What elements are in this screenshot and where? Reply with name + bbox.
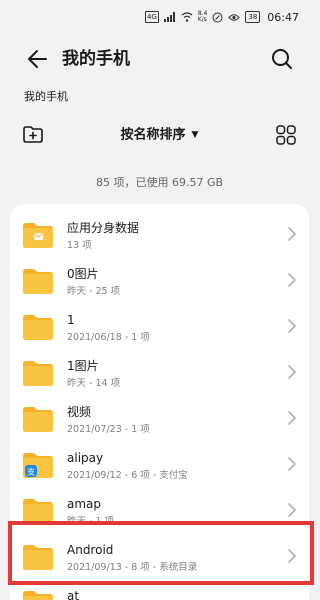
search-icon — [272, 49, 292, 69]
folder-icon — [23, 361, 53, 386]
list-item[interactable]: Android 2021/09/13 - 8 项 - 系统目录 — [10, 534, 309, 580]
item-name: Android — [67, 543, 114, 557]
folder-icon — [23, 407, 53, 432]
item-meta: 13 项 — [67, 240, 92, 251]
list-item[interactable]: 0图片 昨天 - 25 项 — [10, 258, 309, 304]
item-name: 应用分身数据 — [67, 221, 140, 235]
status-bar: 4G 8.4 K/s 38 06:47 — [0, 0, 319, 34]
arrow-left-icon — [28, 50, 47, 68]
signal-icon — [163, 11, 176, 23]
item-name: at — [67, 589, 80, 600]
clock: 06:47 — [267, 10, 299, 24]
app-bar: 我的手机 — [0, 34, 319, 84]
item-meta: 昨天 - 25 项 — [67, 286, 121, 297]
chevron-right-icon — [288, 503, 296, 517]
page-title: 我的手机 — [62, 49, 130, 69]
chevron-right-icon — [288, 319, 296, 333]
network-speed: 8.4 K/s — [198, 11, 208, 23]
list-item[interactable]: amap 昨天 - 1 项 — [10, 488, 309, 534]
item-meta: 昨天 - 1 项 — [67, 516, 115, 527]
list-item[interactable]: 1图片 昨天 - 14 项 — [10, 350, 309, 396]
item-meta: 昨天 - 14 项 — [67, 378, 121, 389]
folder-icon — [23, 315, 53, 340]
chevron-right-icon — [288, 549, 296, 563]
folder-icon: 支 — [23, 453, 53, 478]
item-name: alipay — [67, 451, 104, 465]
list-item[interactable]: 应用分身数据 13 项 — [10, 212, 309, 258]
network-speed-unit: K/s — [197, 16, 207, 23]
item-meta: 2021/09/12 - 6 项 - 支付宝 — [67, 470, 188, 481]
chevron-right-icon — [288, 365, 296, 379]
list-item[interactable]: 1 2021/06/18 - 1 项 — [10, 304, 309, 350]
list-item[interactable]: 视频 2021/07/23 - 1 项 — [10, 396, 309, 442]
folder-icon — [23, 591, 53, 600]
file-list: 应用分身数据 13 项 0图片 昨天 - 25 项 1 2021/06/18 -… — [10, 204, 309, 600]
item-meta: 2021/07/23 - 1 项 — [67, 424, 150, 435]
back-button[interactable] — [24, 46, 52, 72]
sort-dropdown[interactable]: 按名称排序 ▼ — [0, 124, 319, 147]
battery-icon: 38 — [245, 11, 261, 23]
item-name: 视频 — [67, 405, 92, 419]
caret-down-icon: ▼ — [191, 130, 199, 140]
list-item[interactable]: 支 alipay 2021/09/12 - 6 项 - 支付宝 — [10, 442, 309, 488]
breadcrumb[interactable]: 我的手机 — [24, 89, 68, 105]
chevron-right-icon — [288, 457, 296, 471]
chevron-right-icon — [288, 273, 296, 287]
sort-label: 按名称排序 — [120, 127, 186, 143]
folder-icon — [23, 499, 53, 524]
folder-icon — [23, 223, 53, 248]
storage-summary: 85 项，已使用 69.57 GB — [95, 176, 224, 189]
item-name: 1 — [67, 313, 75, 327]
wifi-icon — [181, 11, 193, 23]
view-toggle-button[interactable] — [275, 124, 297, 146]
item-meta: 2021/09/13 - 8 项 - 系统目录 — [67, 562, 198, 573]
chevron-right-icon — [288, 227, 296, 241]
sim-icon: 4G — [144, 11, 159, 23]
item-name: 0图片 — [67, 267, 99, 281]
item-name: amap — [67, 497, 102, 511]
grid-view-icon — [276, 125, 296, 145]
svg-text:支: 支 — [27, 467, 35, 477]
search-button[interactable] — [269, 46, 295, 72]
folder-icon — [23, 269, 53, 294]
item-name: 1图片 — [67, 359, 99, 373]
nfc-icon — [212, 11, 223, 23]
chevron-right-icon — [288, 411, 296, 425]
folder-icon — [23, 545, 53, 570]
toolbar: 按名称排序 ▼ — [0, 118, 319, 152]
eye-icon — [228, 11, 241, 23]
list-item[interactable]: at — [10, 580, 309, 600]
item-meta: 2021/06/18 - 1 项 — [67, 332, 150, 343]
